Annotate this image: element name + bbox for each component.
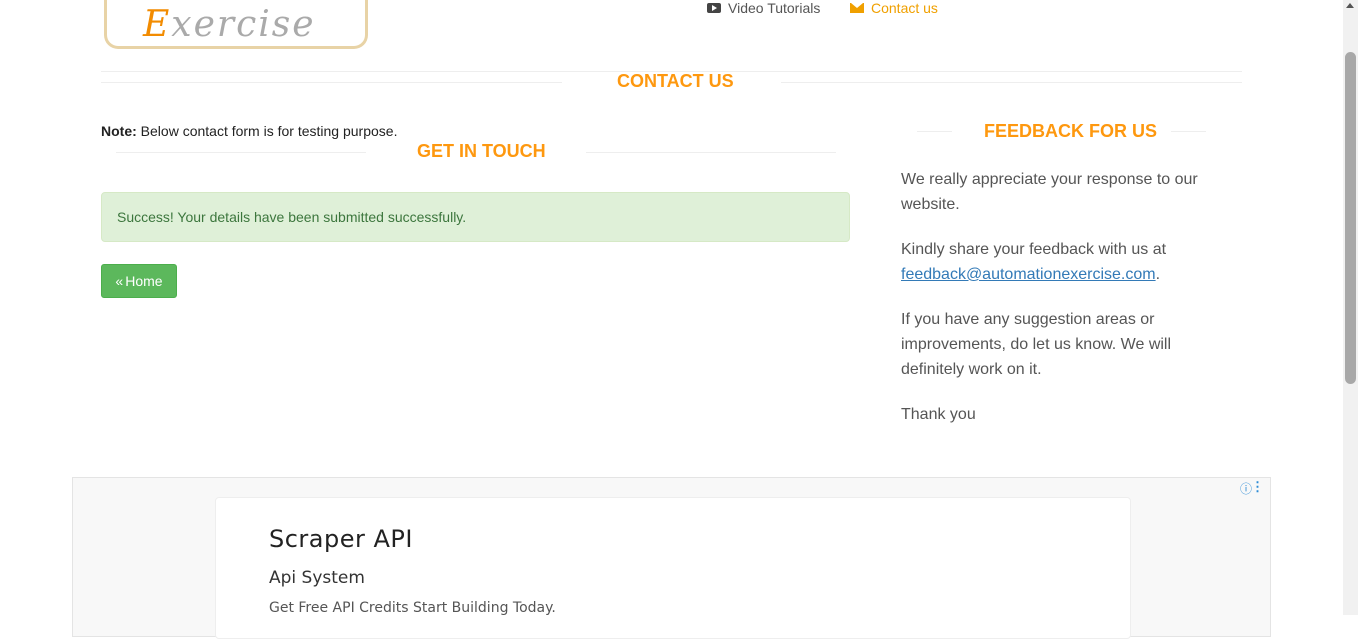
title-line-left <box>101 82 562 83</box>
scrollbar-thumb[interactable] <box>1345 52 1356 384</box>
scroll-up-arrow-icon[interactable] <box>1346 3 1354 8</box>
success-alert: Success! Your details have been submitte… <box>101 192 850 242</box>
youtube-icon <box>707 3 721 13</box>
note-text: Below contact form is for testing purpos… <box>136 123 398 139</box>
ad-subtitle: Api System <box>269 568 365 588</box>
logo-text: Exercise <box>143 4 316 45</box>
note-label: Note: <box>101 123 137 139</box>
home-button-label: Home <box>125 273 163 289</box>
nav-contact-us-label: Contact us <box>871 0 938 16</box>
envelope-icon <box>850 3 864 13</box>
feedback-line-left <box>917 131 952 132</box>
title-line-right <box>781 82 1242 83</box>
feedback-p3: If you have any suggestion areas or impr… <box>901 311 1172 378</box>
feedback-email-link[interactable]: feedback@automationexercise.com <box>901 266 1156 283</box>
nav-video-tutorials[interactable]: Video Tutorials <box>707 0 820 16</box>
get-in-touch-line-right <box>586 152 836 153</box>
page-title: Contact Us <box>617 71 734 91</box>
double-chevron-left-icon: « <box>115 273 124 289</box>
feedback-p4: Thank you <box>901 406 976 423</box>
feedback-p1: We really appreciate your response to ou… <box>901 171 1198 213</box>
ad-banner: ⓘ ⋮ Scraper API Api System Get Free API … <box>72 477 1271 639</box>
success-message: Success! Your details have been submitte… <box>117 209 467 225</box>
ad-title: Scraper API <box>269 525 413 553</box>
ad-card[interactable]: Scraper API Api System Get Free API Cred… <box>215 497 1131 639</box>
feedback-title: Feedback For Us <box>984 121 1158 141</box>
nav-contact-us[interactable]: Contact us <box>850 0 938 16</box>
form-note: Note: Below contact form is for testing … <box>101 123 397 139</box>
get-in-touch-title: Get In Touch <box>417 141 546 161</box>
feedback-p2: Kindly share your feedback with us at fe… <box>901 241 1167 283</box>
get-in-touch-line-left <box>116 152 366 153</box>
vertical-scrollbar[interactable] <box>1343 0 1358 615</box>
site-logo[interactable]: Exercise <box>104 0 368 49</box>
nav-video-tutorials-label: Video Tutorials <box>728 0 821 16</box>
ad-description: Get Free API Credits Start Building Toda… <box>269 600 556 616</box>
kebab-menu-icon[interactable]: ⋮ <box>1251 479 1264 495</box>
home-button[interactable]: « Home <box>101 264 177 298</box>
feedback-line-right <box>1171 131 1206 132</box>
feedback-section: We really appreciate your response to ou… <box>901 167 1221 447</box>
